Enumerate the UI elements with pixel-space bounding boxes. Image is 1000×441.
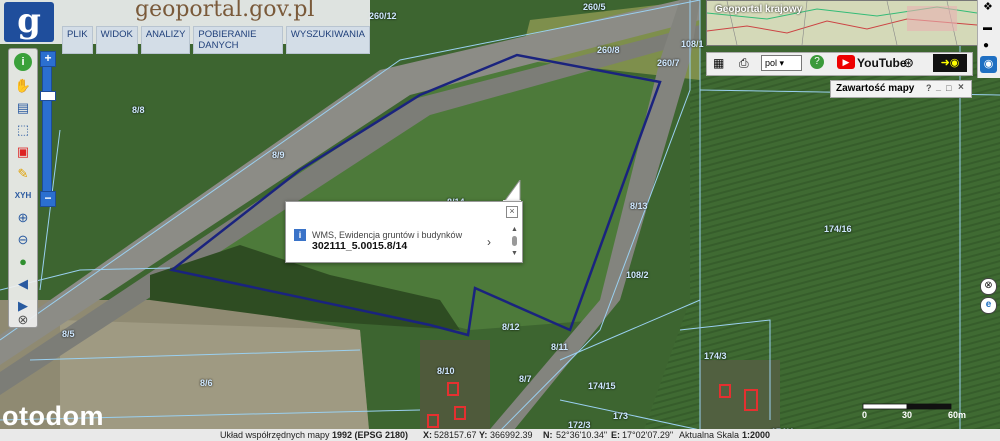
collapse-icon[interactable]: ▬ xyxy=(983,22,992,32)
overview-title: Geoportal krajowy xyxy=(715,4,803,15)
youtube-play-icon[interactable]: ▶ xyxy=(837,55,855,69)
popup-close-button[interactable]: × xyxy=(506,206,518,218)
youtube-link[interactable]: YouTube xyxy=(857,56,907,70)
overview-map[interactable]: Geoportal krajowy xyxy=(706,0,978,46)
menu-pobieranie-danych[interactable]: POBIERANIE DANYCH xyxy=(193,26,283,54)
select-area-icon[interactable]: ⬚ xyxy=(14,121,32,139)
map-contents-panel[interactable]: Zawartość mapy ? _ □ × xyxy=(830,80,972,98)
language-select-value: pol xyxy=(765,58,778,68)
panel-maximize-button[interactable]: □ xyxy=(946,83,951,93)
clear-selection-icon[interactable]: ▣ xyxy=(14,143,32,161)
geoportal-logo[interactable]: g xyxy=(4,2,54,42)
e-service-icon[interactable]: e xyxy=(980,297,997,314)
scale-tick-label: 30 xyxy=(902,410,913,420)
info-icon[interactable]: i xyxy=(14,53,32,71)
lat-label: N: xyxy=(543,430,553,440)
scroll-thumb[interactable] xyxy=(512,236,517,246)
scale-label: Aktualna Skala xyxy=(679,430,740,440)
panel-help-button[interactable]: ? xyxy=(926,83,932,93)
panel-minimize-button[interactable]: _ xyxy=(936,82,941,92)
y-coord-value: 366992.39 xyxy=(490,430,533,440)
scale-tick-label: 0 xyxy=(862,410,868,420)
x-coord-label: X: xyxy=(423,430,432,440)
expand-icon[interactable]: ❖ xyxy=(983,0,993,13)
feature-info-popup: × i WMS, Ewidencja gruntów i budynków 30… xyxy=(285,201,523,263)
lon-label: E: xyxy=(611,430,620,440)
main-menu: PLIK WIDOK ANALIZY POBIERANIE DANYCH WYS… xyxy=(62,26,370,54)
contrast-mode-icon[interactable]: ➜◉ xyxy=(933,54,967,72)
accessibility-icon[interactable]: ⊛ xyxy=(903,55,914,71)
coordinates-icon[interactable]: XYH xyxy=(14,187,32,205)
lat-value: 52°36'10.34" xyxy=(556,430,608,440)
menu-widok[interactable]: WIDOK xyxy=(95,26,138,54)
zoom-plus-button[interactable]: + xyxy=(40,51,56,67)
lon-value: 17°02'07.29" xyxy=(622,430,674,440)
zoom-slider-handle[interactable] xyxy=(40,91,56,101)
help-icon[interactable]: ? xyxy=(810,55,824,69)
y-coord-label: Y: xyxy=(479,430,488,440)
language-select[interactable]: pol ▾ xyxy=(761,55,802,71)
compass-icon[interactable]: ⊗ xyxy=(14,311,32,329)
popup-pointer xyxy=(503,180,521,203)
zoom-slider[interactable]: + − xyxy=(40,51,56,207)
right-control-strip: ❖ ▬ ● ◉ xyxy=(977,0,1000,78)
side-icon-strip: ⊗ e xyxy=(980,278,997,316)
scale-value[interactable]: 1:2000 xyxy=(742,429,770,441)
x-coord-value: 528157.67 xyxy=(434,430,477,440)
menu-wyszukiwania[interactable]: WYSZUKIWANIA xyxy=(285,26,370,54)
globe-icon[interactable]: ● xyxy=(14,253,32,271)
back-arrow-icon[interactable]: ◀ xyxy=(14,275,32,293)
eye-icon[interactable]: ◉ xyxy=(980,56,997,73)
zoom-in-icon[interactable]: ⊕ xyxy=(14,209,32,227)
panel-close-button[interactable]: × xyxy=(958,82,964,93)
dot-icon[interactable]: ● xyxy=(983,40,989,51)
service-toolbar: ▦ ⎙ pol ▾ ? ▶ YouTube ⊛ ➜◉ xyxy=(706,52,973,76)
site-name[interactable]: geoportal.gov.pl xyxy=(135,0,314,22)
scale-tick-label: 60m xyxy=(948,410,967,420)
pan-hand-icon[interactable]: ✋ xyxy=(14,77,32,95)
zoom-minus-button[interactable]: − xyxy=(40,191,56,207)
zoom-out-icon[interactable]: ⊖ xyxy=(14,231,32,249)
menu-plik[interactable]: PLIK xyxy=(62,26,93,54)
crs-label: Układ współrzędnych mapy xyxy=(220,430,330,440)
otodom-watermark: otodom xyxy=(2,401,104,431)
layers-list-icon[interactable]: ▤ xyxy=(14,99,32,117)
status-bar: Układ współrzędnych mapy 1992 (EPSG 2180… xyxy=(0,429,1000,441)
draw-pencil-icon[interactable]: ✎ xyxy=(14,165,32,183)
info-icon: i xyxy=(294,229,306,241)
chevron-right-icon[interactable]: › xyxy=(487,235,491,249)
popup-scrollbar[interactable]: ▲ ▼ xyxy=(511,226,518,257)
popup-source-label: WMS, Ewidencja gruntów i budynków xyxy=(312,230,463,240)
app-header: g geoportal.gov.pl PLIK WIDOK ANALIZY PO… xyxy=(0,0,370,54)
menu-analizy[interactable]: ANALIZY xyxy=(140,26,191,54)
print-icon[interactable]: ▦ xyxy=(713,56,724,70)
popup-parcel-id[interactable]: 302111_5.0015.8/14 xyxy=(312,240,407,252)
crs-value[interactable]: 1992 (EPSG 2180) xyxy=(332,429,408,441)
scroll-up-icon[interactable]: ▲ xyxy=(511,226,518,233)
close-circle-icon[interactable]: ⊗ xyxy=(980,278,997,295)
map-contents-title: Zawartość mapy xyxy=(836,83,915,94)
printer-icon[interactable]: ⎙ xyxy=(739,56,749,71)
scale-bar: 0 30 60m xyxy=(862,402,974,424)
map-toolbar: i ✋ ▤ ⬚ ▣ ✎ XYH ⊕ ⊖ ● ◀ ▶ ⊗ xyxy=(8,48,38,328)
scroll-down-icon[interactable]: ▼ xyxy=(511,250,518,257)
